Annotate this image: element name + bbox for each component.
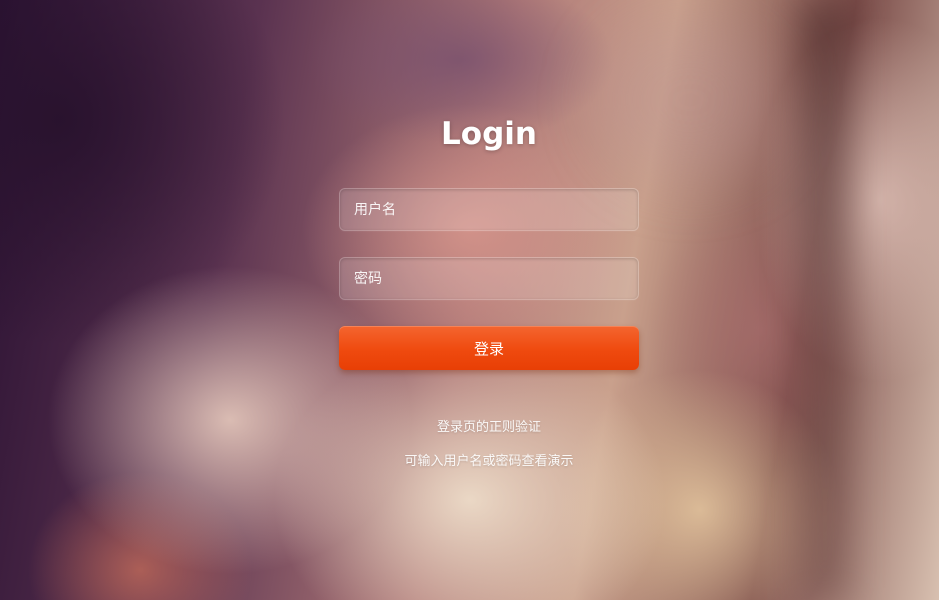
background <box>0 0 939 600</box>
background-stripe <box>800 0 850 600</box>
password-input[interactable] <box>340 258 638 299</box>
login-form: Login 登录 登录页的正则验证 可输入用户名或密码查看演示 <box>339 110 639 469</box>
username-field-wrapper <box>339 188 639 231</box>
tip-demo-hint: 可输入用户名或密码查看演示 <box>404 454 574 469</box>
password-field-wrapper <box>339 257 639 300</box>
login-button[interactable]: 登录 <box>339 326 639 370</box>
tip-regex-validation: 登录页的正则验证 <box>436 420 541 435</box>
username-input[interactable] <box>340 189 638 230</box>
login-title: Login <box>441 116 537 152</box>
tips: 登录页的正则验证 可输入用户名或密码查看演示 <box>339 418 639 472</box>
